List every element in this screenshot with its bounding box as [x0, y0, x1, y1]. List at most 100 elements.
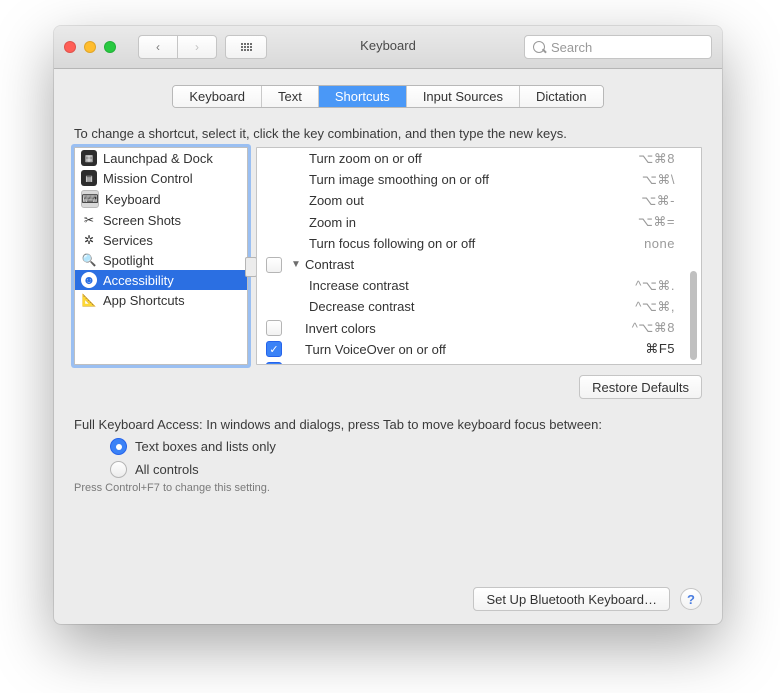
shortcut-label: Turn image smoothing on or off — [291, 172, 605, 187]
mission-control-icon: ▤ — [81, 170, 97, 186]
shortcut-row[interactable]: Invert colors^⌥⌘8 — [257, 318, 685, 339]
radio-all-controls[interactable]: All controls — [110, 461, 702, 478]
shortcut-list[interactable]: Turn zoom on or off⌥⌘8Turn image smoothi… — [256, 147, 702, 365]
shortcut-label: Invert colors — [305, 321, 605, 336]
gear-icon: ✲ — [81, 232, 97, 248]
category-sidebar[interactable]: ▦ Launchpad & Dock ▤ Mission Control ⌨ K… — [74, 147, 248, 365]
sidebar-item-label: Screen Shots — [103, 213, 181, 228]
chevron-left-icon: ‹ — [156, 40, 160, 54]
shortcut-label: Contrast — [305, 257, 605, 272]
shortcut-label: Zoom out — [291, 193, 605, 208]
zoom-window-icon[interactable] — [104, 41, 116, 53]
full-keyboard-access-label: Full Keyboard Access: In windows and dia… — [74, 417, 702, 432]
shortcut-label: Decrease contrast — [291, 299, 605, 314]
shortcut-keys[interactable]: ⌥⌘= — [605, 214, 685, 230]
traffic-lights — [64, 41, 116, 53]
chevron-right-icon: › — [195, 40, 199, 54]
accessibility-icon: ☻ — [81, 272, 97, 288]
shortcut-keys[interactable]: ⌥⌘F5 — [605, 362, 685, 364]
instruction-text: To change a shortcut, select it, click t… — [74, 126, 702, 141]
sidebar-item-services[interactable]: ✲ Services — [75, 230, 247, 250]
tab-text[interactable]: Text — [262, 86, 319, 107]
search-input[interactable]: Search — [524, 35, 712, 59]
tab-bar: Keyboard Text Shortcuts Input Sources Di… — [172, 85, 603, 108]
shortcut-row[interactable]: ▼Contrast — [257, 254, 685, 275]
close-window-icon[interactable] — [64, 41, 76, 53]
shortcut-keys[interactable]: none — [605, 236, 685, 251]
keyboard-icon: ⌨ — [81, 190, 99, 208]
minimize-window-icon[interactable] — [84, 41, 96, 53]
sidebar-item-label: Accessibility — [103, 273, 174, 288]
shortcut-keys[interactable]: ⌥⌘- — [605, 193, 685, 209]
tab-keyboard[interactable]: Keyboard — [173, 86, 262, 107]
shortcut-label: Turn focus following on or off — [291, 236, 605, 251]
shortcut-row[interactable]: ✓ Turn VoiceOver on or off⌘F5 — [257, 339, 685, 360]
sidebar-item-label: Keyboard — [105, 192, 161, 207]
shortcut-row[interactable]: Zoom out⌥⌘- — [257, 190, 685, 211]
checkbox[interactable]: ✓ — [266, 341, 282, 357]
search-icon — [533, 41, 545, 53]
sidebar-item-mission-control[interactable]: ▤ Mission Control — [75, 168, 247, 188]
sidebar-item-app-shortcuts[interactable]: 📐 App Shortcuts — [75, 290, 247, 310]
sidebar-item-accessibility[interactable]: ☻ Accessibility — [75, 270, 247, 290]
shortcut-keys[interactable]: ^⌥⌘. — [605, 278, 685, 294]
shortcut-keys[interactable]: ⌥⌘\ — [605, 172, 685, 188]
radio-text-boxes-only[interactable]: Text boxes and lists only — [110, 438, 702, 455]
disclosure-triangle-icon[interactable]: ▼ — [291, 259, 305, 270]
help-button[interactable]: ? — [680, 588, 702, 610]
radio-label: All controls — [135, 462, 199, 477]
shortcut-label: Zoom in — [291, 215, 605, 230]
shortcut-keys[interactable]: ⌘F5 — [605, 341, 685, 357]
scrollbar[interactable] — [687, 150, 699, 362]
hint-text: Press Control+F7 to change this setting. — [74, 482, 702, 494]
tab-dictation[interactable]: Dictation — [520, 86, 603, 107]
sidebar-item-spotlight[interactable]: 🔍 Spotlight — [75, 250, 247, 270]
shortcut-row[interactable]: Decrease contrast^⌥⌘, — [257, 296, 685, 317]
forward-button[interactable]: › — [177, 35, 217, 59]
radio-label: Text boxes and lists only — [135, 439, 276, 454]
scroll-thumb[interactable] — [690, 271, 697, 360]
tab-shortcuts[interactable]: Shortcuts — [319, 86, 407, 107]
shortcut-label: Show Accessibility controls — [305, 363, 605, 364]
sidebar-item-label: Launchpad & Dock — [103, 151, 213, 166]
shortcut-row[interactable]: Turn zoom on or off⌥⌘8 — [257, 148, 685, 169]
show-all-button[interactable] — [225, 35, 267, 59]
window-body: Keyboard Text Shortcuts Input Sources Di… — [54, 69, 722, 624]
launchpad-icon: ▦ — [81, 150, 97, 166]
shortcut-row[interactable]: ✓ Show Accessibility controls⌥⌘F5 — [257, 360, 685, 364]
shortcut-row[interactable]: Turn image smoothing on or off⌥⌘\ — [257, 169, 685, 190]
sidebar-item-label: App Shortcuts — [103, 293, 185, 308]
preferences-window: ‹ › Keyboard Search Keyboard Text S — [54, 26, 722, 624]
grid-icon — [241, 43, 252, 51]
sidebar-item-label: Services — [103, 233, 153, 248]
sidebar-item-label: Spotlight — [103, 253, 154, 268]
search-placeholder: Search — [551, 40, 592, 55]
tab-input-sources[interactable]: Input Sources — [407, 86, 520, 107]
sidebar-item-label: Mission Control — [103, 171, 193, 186]
shortcut-keys[interactable]: ⌥⌘8 — [605, 151, 685, 167]
radio-icon — [110, 461, 127, 478]
radio-icon — [110, 438, 127, 455]
back-button[interactable]: ‹ — [138, 35, 177, 59]
restore-defaults-button[interactable]: Restore Defaults — [579, 375, 702, 399]
shortcut-keys[interactable]: ^⌥⌘, — [605, 299, 685, 315]
checkbox[interactable] — [266, 320, 282, 336]
sidebar-item-keyboard[interactable]: ⌨ Keyboard — [75, 188, 247, 210]
app-icon: 📐 — [81, 292, 97, 308]
shortcut-row[interactable]: Increase contrast^⌥⌘. — [257, 275, 685, 296]
camera-icon: ✂︎ — [81, 212, 97, 228]
shortcut-label: Turn zoom on or off — [291, 151, 605, 166]
setup-bluetooth-button[interactable]: Set Up Bluetooth Keyboard… — [473, 587, 670, 611]
nav-group: ‹ › — [138, 35, 217, 59]
splitter[interactable] — [248, 147, 256, 365]
shortcut-keys[interactable]: ^⌥⌘8 — [605, 320, 685, 336]
sidebar-item-launchpad[interactable]: ▦ Launchpad & Dock — [75, 148, 247, 168]
titlebar: ‹ › Keyboard Search — [54, 26, 722, 69]
checkbox[interactable]: ✓ — [266, 362, 282, 364]
spotlight-icon: 🔍 — [81, 252, 97, 268]
shortcut-row[interactable]: Zoom in⌥⌘= — [257, 212, 685, 233]
sidebar-item-screenshots[interactable]: ✂︎ Screen Shots — [75, 210, 247, 230]
shortcut-row[interactable]: Turn focus following on or offnone — [257, 233, 685, 254]
shortcut-label: Turn VoiceOver on or off — [305, 342, 605, 357]
checkbox[interactable] — [266, 257, 282, 273]
